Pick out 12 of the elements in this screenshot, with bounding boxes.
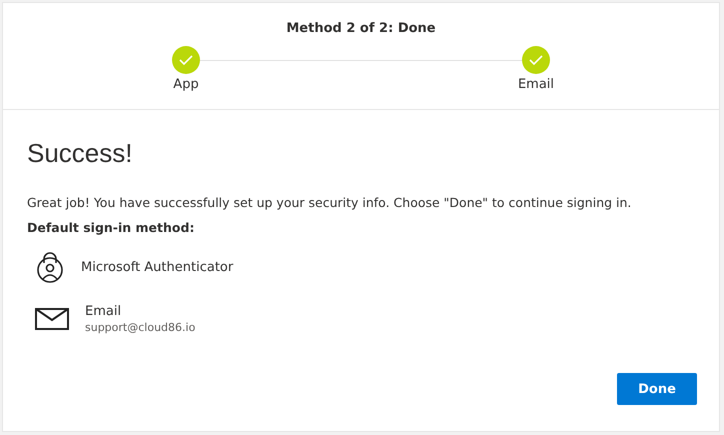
message-text: Great job! You have successfully set up your security info. Choose "Done" to continue signing in.	[27, 195, 632, 210]
step-label: Email	[518, 77, 554, 92]
method-detail: support@cloud86.io	[85, 321, 196, 334]
method-name: Microsoft Authenticator	[81, 260, 234, 274]
step-label: App	[173, 77, 199, 92]
envelope-icon	[35, 308, 69, 330]
method-name: Email	[85, 304, 122, 319]
lock-person-icon	[35, 251, 65, 283]
progress-title: Method 2 of 2: Done	[286, 21, 436, 36]
default-method-label: Default sign-in method:	[27, 220, 196, 235]
done-button[interactable]: Done	[617, 373, 697, 405]
page-heading: Success!	[27, 138, 134, 169]
